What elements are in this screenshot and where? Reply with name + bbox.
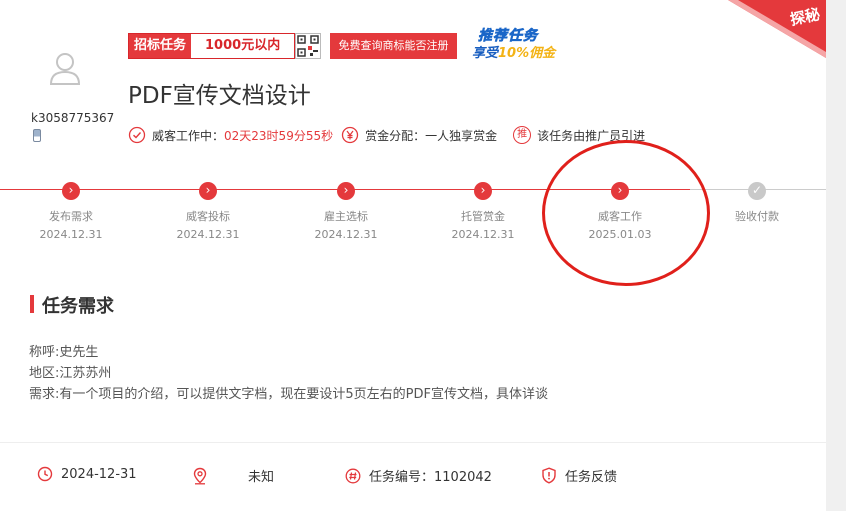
footer-task-number: 任务编号：1102042 [345,466,492,485]
promo-banner[interactable]: 推荐任务 享受10%佣金 [468,25,576,63]
reward-label: 赏金分配： [365,128,426,143]
step-pending-icon: ✓ [748,182,766,200]
promo-line2: 享受10%佣金 [472,46,556,61]
step-select: › 雇主选标 2024.12.31 [296,182,396,241]
footer-feedback[interactable]: 任务反馈 [541,466,617,485]
step-done-icon: › [62,182,80,200]
clock-icon [37,466,53,482]
step-done-icon: › [337,182,355,200]
footer-location: 未知 [192,466,274,485]
step-date: 2024.12.31 [39,228,103,241]
hash-icon [345,468,361,483]
shield-alert-icon [542,467,556,484]
step-bid: › 威客投标 2024.12.31 [158,182,258,241]
step-date: 2024.12.31 [314,228,378,241]
step-done-icon: › [474,182,492,200]
step-name: 托管赏金 [461,210,505,223]
step-name: 发布需求 [49,210,93,223]
yen-icon [341,126,359,144]
requirements-heading: 任务需求 [42,296,114,317]
feedback-link[interactable]: 任务反馈 [565,466,617,485]
phone-verified-icon [33,129,41,142]
promoter-icon: 推 [513,126,532,144]
step-publish: › 发布需求 2024.12.31 [21,182,121,241]
footer-date: 2024-12-31 [37,466,137,482]
requirement-desc: 需求:有一个项目的介绍，可以提供文字档，现在要设计5页左右的PDF宣传文档，具体… [29,387,548,402]
username[interactable]: k3058775367 [31,111,114,125]
footer-divider [0,442,826,443]
tag-label: 招标任务 [129,34,192,58]
qr-code-icon[interactable] [295,33,321,59]
step-date: 2024.12.31 [451,228,515,241]
region: 地区:江苏苏州 [29,366,112,381]
task-info-row: 威客工作中： 02天23时59分55秒 赏金分配： 一人独享赏金 推 该任务由推… [128,124,645,146]
step-name: 威客投标 [186,210,230,223]
step-accept: ✓ 验收付款 [707,182,807,228]
free-trademark-check-button[interactable]: 免费查询商标能否注册 [330,33,457,59]
step-done-icon: › [199,182,217,200]
date-text: 2024-12-31 [61,466,137,482]
avatar-icon[interactable] [46,50,84,88]
section-marker [30,295,34,313]
step-date: 2024.12.31 [176,228,240,241]
budget-label: 1000元以内 [205,38,281,53]
step-escrow: › 托管赏金 2024.12.31 [433,182,533,241]
contact-name: 称呼:史先生 [29,345,99,360]
step-name: 雇主选标 [324,210,368,223]
step-name: 验收付款 [735,210,779,223]
check-circle-icon [128,126,146,144]
task-title: PDF宣传文档设计 [128,83,311,109]
reward-value: 一人独享赏金 [425,128,498,143]
countdown: 02天23时59分55秒 [224,128,334,143]
task-number-text: 任务编号：1102042 [369,470,492,485]
bid-task-tag: 招标任务 1000元以内 [128,33,296,59]
annotation-circle [542,140,710,286]
location-text: 未知 [248,470,275,485]
task-panel: k3058775367 招标任务 1000元以内 免费查询商标能否注册 推荐任务… [0,0,826,511]
status-label: 威客工作中： [152,128,225,143]
location-pin-icon [193,467,207,484]
